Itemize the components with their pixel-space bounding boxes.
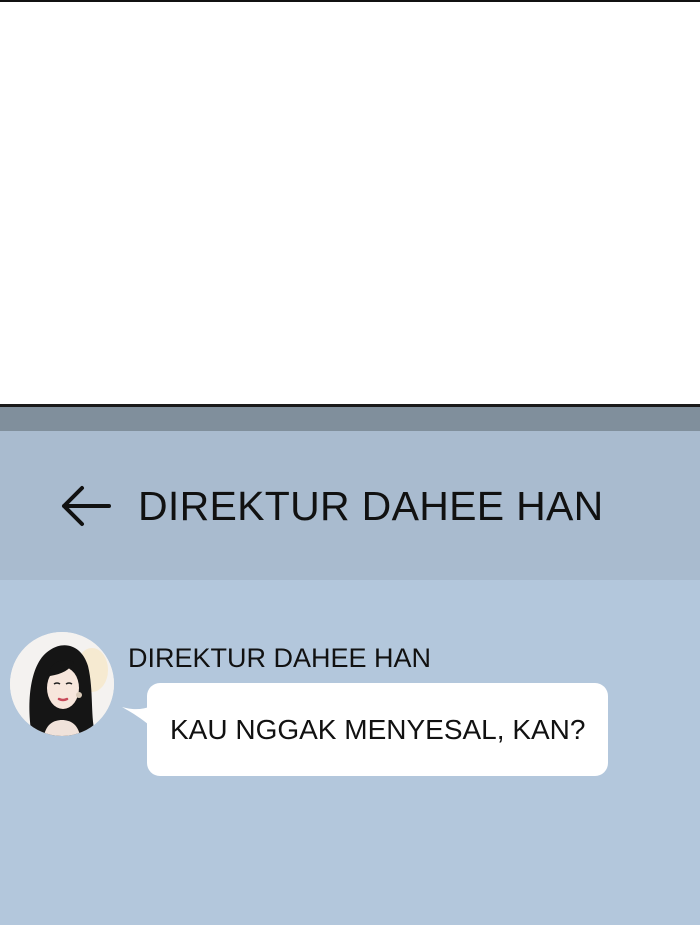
contact-avatar[interactable]: [10, 632, 114, 736]
chat-title: DIREKTUR DAHEE HAN: [138, 483, 604, 529]
blank-panel: [0, 2, 700, 404]
chat-messages-area: DIREKTUR DAHEE HAN KAU NGGAK MENYESAL, K…: [0, 580, 700, 925]
status-bar: [0, 407, 700, 431]
message-bubble: KAU NGGAK MENYESAL, KAN?: [147, 683, 608, 776]
arrow-left-icon[interactable]: [58, 483, 114, 529]
sender-name: DIREKTUR DAHEE HAN: [128, 643, 432, 673]
message-text: KAU NGGAK MENYESAL, KAN?: [170, 714, 586, 745]
chat-header: DIREKTUR DAHEE HAN: [0, 431, 700, 580]
